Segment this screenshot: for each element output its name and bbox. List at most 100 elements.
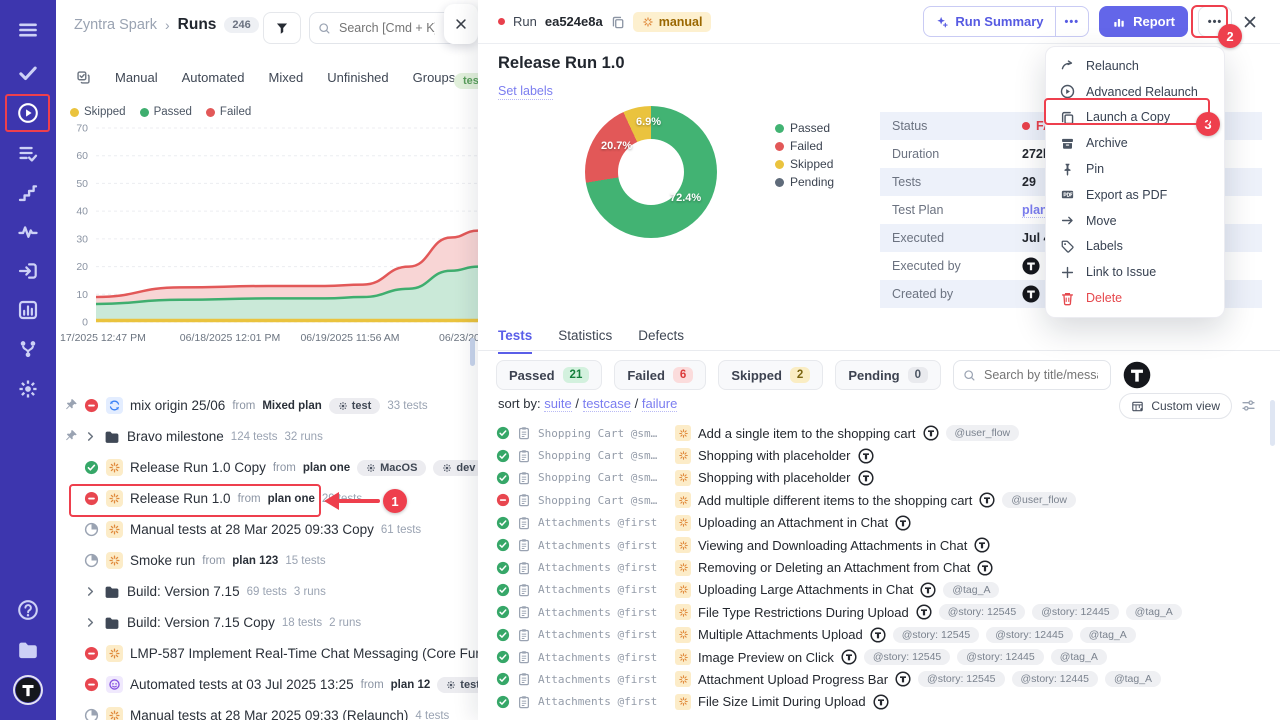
tests-search[interactable]	[953, 360, 1111, 390]
tab-unfinished[interactable]: Unfinished	[327, 70, 388, 85]
test-row[interactable]: Attachments @first File Size Limit Durin…	[496, 691, 1266, 713]
test-row[interactable]: Attachments @first Uploading Large Attac…	[496, 579, 1266, 601]
projects-folder-icon[interactable]	[17, 639, 39, 661]
filter-passed-chip[interactable]: Passed21	[496, 360, 602, 390]
test-tag[interactable]: @story: 12445	[957, 649, 1043, 665]
run-title[interactable]: Automated tests at 03 Jul 2025 13:25	[130, 677, 354, 692]
chevron-right-icon[interactable]	[84, 585, 97, 598]
test-cases-nav-icon[interactable]	[17, 142, 39, 164]
filter-skipped-chip[interactable]: Skipped2	[718, 360, 823, 390]
run-title[interactable]: Smoke run	[130, 553, 195, 568]
drawer-close-button[interactable]	[444, 4, 478, 44]
suite-name[interactable]: Attachments @first	[538, 695, 668, 708]
run-summary-button[interactable]: Run Summary	[924, 7, 1054, 36]
run-group-bravo[interactable]: Bravo milestone 124 tests 32 runs	[56, 421, 478, 452]
test-row[interactable]: Attachments @first Viewing and Downloadi…	[496, 534, 1266, 556]
menu-item-delete[interactable]: Delete	[1046, 285, 1224, 311]
tab-manual[interactable]: Manual	[115, 70, 158, 85]
test-row[interactable]: Shopping Cart @sm… Add a single item to …	[496, 422, 1266, 444]
test-tag[interactable]: @user_flow	[946, 425, 1020, 441]
tab-mixed[interactable]: Mixed	[269, 70, 304, 85]
suite-name[interactable]: Attachments @first	[538, 606, 668, 619]
tests-scrollbar[interactable]	[1270, 400, 1275, 446]
profile-avatar[interactable]	[15, 677, 41, 703]
group-title[interactable]: Build: Version 7.15	[127, 584, 240, 599]
suite-name[interactable]: Shopping Cart @sm…	[538, 494, 668, 507]
test-title[interactable]: Attachment Upload Progress Bar	[698, 672, 888, 687]
filter-pending-chip[interactable]: Pending0	[835, 360, 941, 390]
run-row-release-copy[interactable]: Release Run 1.0 Copy from plan one MacOS…	[56, 452, 478, 483]
view-settings-icon[interactable]	[1241, 398, 1256, 413]
help-icon[interactable]	[17, 599, 39, 621]
run-title[interactable]: Release Run 1.0 Copy	[130, 460, 266, 475]
run-title[interactable]: LMP-587 Implement Real-Time Chat Messagi…	[130, 646, 478, 661]
run-title[interactable]: Manual tests at 28 Mar 2025 09:33 Copy	[130, 522, 374, 537]
run-row-manual-relaunch[interactable]: Manual tests at 28 Mar 2025 09:33 (Relau…	[56, 700, 478, 720]
run-group-build-copy[interactable]: Build: Version 7.15 Copy 18 tests 2 runs	[56, 607, 478, 638]
test-tag[interactable]: @tag_A	[943, 582, 999, 598]
test-tag[interactable]: @story: 12545	[939, 604, 1025, 620]
test-tag[interactable]: @user_flow	[1002, 492, 1076, 508]
test-row[interactable]: Attachments @first Multiple Attachments …	[496, 624, 1266, 646]
tests-search-input[interactable]	[982, 367, 1100, 383]
drawer-scrollbar[interactable]	[470, 338, 475, 366]
sort-by-failure[interactable]: failure	[642, 396, 677, 412]
test-tag[interactable]: @story: 12445	[1032, 604, 1118, 620]
test-title[interactable]: File Type Restrictions During Upload	[698, 605, 909, 620]
copy-run-id-icon[interactable]	[611, 15, 625, 29]
test-title[interactable]: Add a single item to the shopping cart	[698, 426, 916, 441]
suite-name[interactable]: Shopping Cart @sm…	[538, 427, 668, 440]
menu-item-archive[interactable]: Archive	[1046, 130, 1224, 156]
test-tag[interactable]: @tag_A	[1051, 649, 1107, 665]
menu-item-relaunch[interactable]: Relaunch	[1046, 53, 1224, 79]
test-title[interactable]: Add multiple different items to the shop…	[698, 493, 972, 508]
tab-groups[interactable]: Groups	[413, 70, 456, 85]
suite-name[interactable]: Attachments @first	[538, 583, 668, 596]
run-group-build[interactable]: Build: Version 7.15 69 tests 3 runs	[56, 576, 478, 607]
activity-nav-icon[interactable]	[17, 220, 39, 242]
tab-automated[interactable]: Automated	[182, 70, 245, 85]
test-tag[interactable]: @story: 12545	[864, 649, 950, 665]
import-nav-icon[interactable]	[17, 260, 39, 282]
test-tag[interactable]: @story: 12545	[918, 671, 1004, 687]
test-tag[interactable]: @tag_A	[1080, 627, 1136, 643]
test-row[interactable]: Attachments @first Attachment Upload Pro…	[496, 668, 1266, 690]
group-title[interactable]: Bravo milestone	[127, 429, 224, 444]
run-title[interactable]: Manual tests at 28 Mar 2025 09:33 (Relau…	[130, 708, 408, 720]
breadcrumb-project[interactable]: Zyntra Spark	[74, 17, 157, 33]
run-plan-link[interactable]: Mixed plan	[262, 400, 321, 412]
suite-name[interactable]: Shopping Cart @sm…	[538, 449, 668, 462]
menu-item-labels[interactable]: Labels	[1046, 234, 1224, 260]
test-row[interactable]: Attachments @first Uploading an Attachme…	[496, 512, 1266, 534]
run-row-lmp[interactable]: LMP-587 Implement Real-Time Chat Messagi…	[56, 638, 478, 669]
run-title[interactable]: mix origin 25/06	[130, 398, 225, 413]
test-title[interactable]: Shopping with placeholder	[698, 470, 851, 485]
run-row-automated[interactable]: Automated tests at 03 Jul 2025 13:25 fro…	[56, 669, 478, 700]
run-row-manual-copy[interactable]: Manual tests at 28 Mar 2025 09:33 Copy 6…	[56, 514, 478, 545]
menu-icon[interactable]	[17, 19, 39, 41]
branches-nav-icon[interactable]	[17, 338, 39, 360]
test-row[interactable]: Attachments @first Removing or Deleting …	[496, 556, 1266, 578]
run-row-smoke[interactable]: Smoke run from plan 123 15 tests	[56, 545, 478, 576]
suite-name[interactable]: Attachments @first	[538, 673, 668, 686]
filter-button[interactable]	[263, 12, 301, 44]
run-plan-link[interactable]: plan one	[303, 462, 350, 474]
suite-name[interactable]: Shopping Cart @sm…	[538, 471, 668, 484]
test-title[interactable]: Image Preview on Click	[698, 650, 834, 665]
test-row[interactable]: Attachments @first Image Preview on Clic…	[496, 646, 1266, 668]
run-summary-more-button[interactable]: •••	[1055, 7, 1089, 36]
test-tag[interactable]: @story: 12445	[986, 627, 1072, 643]
settings-nav-icon[interactable]	[17, 378, 39, 400]
suite-name[interactable]: Attachments @first	[538, 561, 668, 574]
test-tag[interactable]: @tag_A	[1105, 671, 1161, 687]
chevron-right-icon[interactable]	[84, 430, 97, 443]
suite-name[interactable]: Attachments @first	[538, 628, 668, 641]
test-tag[interactable]: @story: 12445	[1012, 671, 1098, 687]
test-title[interactable]: Uploading an Attachment in Chat	[698, 515, 888, 530]
test-row[interactable]: Attachments @first File Type Restriction…	[496, 601, 1266, 623]
drawer-search[interactable]	[309, 12, 459, 44]
menu-item-link-to-issue[interactable]: Link to Issue	[1046, 259, 1224, 285]
suite-name[interactable]: Attachments @first	[538, 516, 668, 529]
test-row[interactable]: Shopping Cart @sm… Add multiple differen…	[496, 489, 1266, 511]
test-title[interactable]: Multiple Attachments Upload	[698, 627, 863, 642]
